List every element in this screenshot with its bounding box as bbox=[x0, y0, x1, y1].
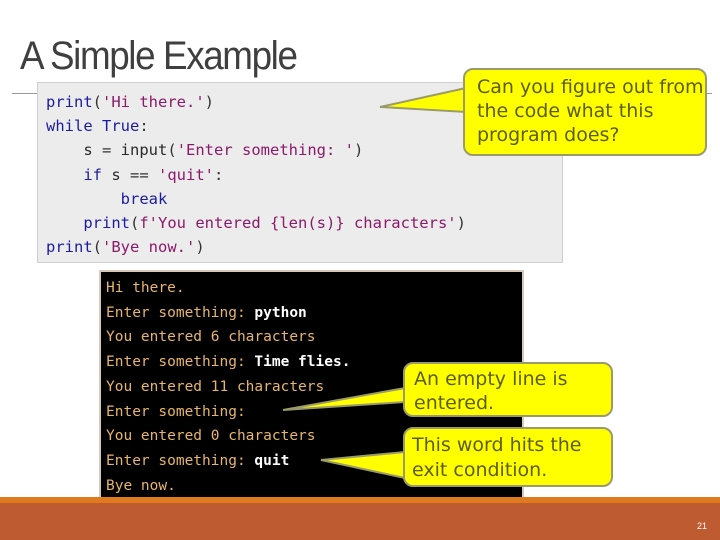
console-line: Enter something: python bbox=[106, 301, 522, 326]
console-output-text: You entered 0 characters bbox=[106, 428, 316, 445]
code-token: f'You entered {len(s)} characters' bbox=[139, 214, 457, 233]
console-output-text: Enter something: bbox=[106, 452, 255, 469]
code-token: 'Bye now.' bbox=[102, 238, 196, 257]
code-token: s bbox=[46, 141, 102, 160]
code-token: print bbox=[46, 214, 130, 233]
code-token: 'Enter something: ' bbox=[176, 141, 354, 160]
code-token: 'Hi there.' bbox=[102, 93, 205, 111]
console-output-text: Enter something: bbox=[106, 403, 246, 420]
console-output-text: Enter something: bbox=[106, 304, 255, 321]
code-token: if bbox=[46, 165, 102, 184]
code-token: : bbox=[214, 165, 224, 184]
callout-question: Can you figure out from the code what th… bbox=[463, 68, 707, 156]
console-line: Hi there. bbox=[106, 276, 522, 301]
code-token: ) bbox=[195, 238, 205, 257]
code-token: == bbox=[130, 165, 149, 184]
code-token: input bbox=[111, 141, 168, 160]
code-token: print bbox=[46, 238, 93, 257]
footer-bar bbox=[0, 503, 720, 540]
code-token: = bbox=[102, 141, 112, 160]
callout-empty-line: An empty line is entered. bbox=[403, 362, 613, 417]
console-user-input: python bbox=[254, 304, 307, 321]
code-token: ( bbox=[92, 238, 103, 257]
code-token: ( bbox=[130, 214, 140, 233]
code-line: print(f'You entered {len(s)} characters'… bbox=[46, 211, 562, 235]
console-output-text: Hi there. bbox=[106, 280, 185, 296]
console-output-text: Bye now. bbox=[106, 477, 176, 494]
console-user-input: Time flies. bbox=[254, 354, 351, 371]
code-token: ) bbox=[456, 214, 466, 233]
code-token: s bbox=[102, 165, 130, 184]
code-line: break bbox=[46, 187, 562, 211]
code-token: print bbox=[46, 93, 93, 111]
code-token: ( bbox=[92, 93, 103, 111]
code-token: while bbox=[46, 117, 93, 136]
console-output-text: Enter something: bbox=[106, 354, 255, 371]
console-line: You entered 6 characters bbox=[106, 325, 522, 350]
code-token: ) bbox=[204, 93, 215, 111]
code-line: print('Bye now.') bbox=[46, 235, 562, 259]
console-output-text: You entered 11 characters bbox=[106, 378, 325, 395]
code-token: break bbox=[46, 189, 168, 208]
code-token: : bbox=[139, 117, 149, 136]
console-user-input: quit bbox=[254, 452, 290, 469]
console-output-text: You entered 6 characters bbox=[106, 329, 316, 346]
code-token: ( bbox=[167, 141, 177, 160]
code-token: True bbox=[102, 117, 140, 136]
code-token: 'quit' bbox=[158, 165, 215, 184]
page-number: 21 bbox=[696, 521, 707, 531]
code-line: if s == 'quit': bbox=[46, 163, 562, 187]
callout-exit-word: This word hits the exit condition. bbox=[403, 427, 613, 487]
code-token: ) bbox=[354, 141, 364, 160]
slide-title: A Simple Example bbox=[20, 34, 298, 78]
